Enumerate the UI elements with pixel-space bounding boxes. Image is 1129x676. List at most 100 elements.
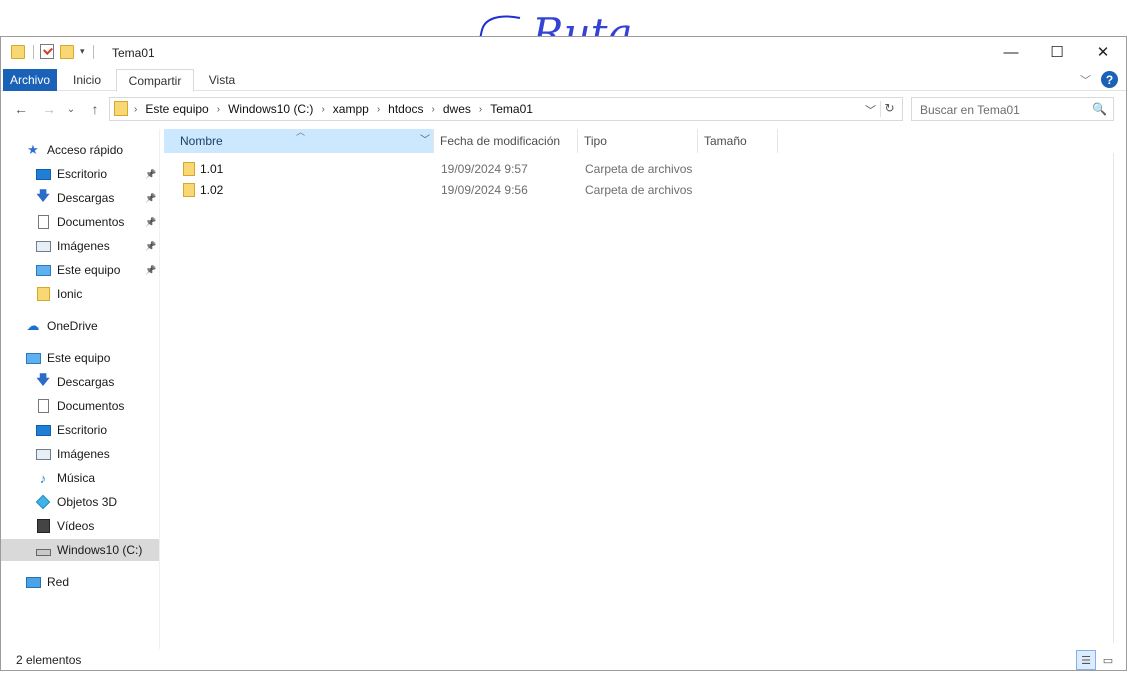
sidebar-item-acceso-rapido[interactable]: ★ Acceso rápido bbox=[1, 139, 159, 161]
sidebar-item-descargas[interactable]: 🡇 Descargas 📌 bbox=[1, 187, 159, 209]
minimize-button[interactable]: — bbox=[988, 37, 1034, 67]
help-icon[interactable]: ? bbox=[1101, 71, 1118, 88]
pin-icon[interactable]: 📌 bbox=[145, 265, 156, 276]
tab-inicio[interactable]: Inicio bbox=[63, 69, 111, 91]
breadcrumb-separator[interactable]: › bbox=[432, 104, 435, 115]
refresh-button[interactable]: ↻ bbox=[880, 101, 898, 117]
sidebar-item-pc-descargas[interactable]: 🡇 Descargas bbox=[1, 371, 159, 393]
folder-icon bbox=[35, 287, 51, 301]
sidebar-item-label: Imágenes bbox=[57, 239, 110, 253]
breadcrumb-separator[interactable]: › bbox=[321, 104, 324, 115]
maximize-button[interactable]: ☐ bbox=[1034, 37, 1080, 67]
document-icon bbox=[35, 215, 51, 229]
download-icon: 🡇 bbox=[36, 372, 50, 387]
cloud-icon: ☁ bbox=[26, 318, 40, 333]
sidebar-item-imagenes[interactable]: Imágenes 📌 bbox=[1, 235, 159, 257]
sidebar-item-label: Música bbox=[57, 471, 96, 485]
desktop-icon bbox=[35, 167, 51, 181]
sidebar-item-pc-windows10[interactable]: Windows10 (C:) bbox=[1, 539, 159, 561]
chevron-down-icon[interactable]: ﹀ bbox=[420, 129, 430, 153]
download-icon: 🡇 bbox=[36, 188, 50, 203]
sidebar-item-pc-videos[interactable]: Vídeos bbox=[1, 515, 159, 537]
folder-icon bbox=[183, 183, 195, 197]
customize-toolbar-icon[interactable]: ▾ bbox=[80, 46, 85, 57]
column-header-tamano[interactable]: Tamaño bbox=[698, 129, 778, 153]
navigation-pane: ★ Acceso rápido Escritorio 📌 🡇 Descargas… bbox=[1, 129, 159, 649]
sidebar-item-pc-escritorio[interactable]: Escritorio bbox=[1, 419, 159, 441]
sidebar-item-pc-objetos-3d[interactable]: Objetos 3D bbox=[1, 491, 159, 513]
folder-icon[interactable] bbox=[11, 44, 25, 59]
sidebar-item-red[interactable]: Red bbox=[1, 571, 159, 593]
scrollbar-track[interactable] bbox=[1113, 153, 1114, 643]
breadcrumb-dwes[interactable]: dwes bbox=[443, 102, 471, 116]
sidebar-item-label: Descargas bbox=[57, 191, 115, 205]
breadcrumb-windows10[interactable]: Windows10 (C:) bbox=[228, 102, 313, 116]
pictures-icon bbox=[35, 447, 51, 461]
title-bar: ▾ Tema01 — ☐ ✕ bbox=[1, 37, 1126, 67]
breadcrumb-este-equipo[interactable]: Este equipo bbox=[145, 102, 208, 116]
chevron-down-icon[interactable]: ﹀ bbox=[865, 102, 876, 118]
column-header-tipo[interactable]: Tipo bbox=[578, 129, 698, 153]
search-icon[interactable]: 🔍 bbox=[1092, 102, 1107, 116]
column-header-fecha[interactable]: Fecha de modificación bbox=[434, 129, 578, 153]
tab-compartir[interactable]: Compartir bbox=[116, 69, 194, 92]
back-button[interactable]: ← bbox=[11, 99, 31, 119]
file-type: Carpeta de archivos bbox=[585, 183, 693, 197]
properties-icon[interactable] bbox=[40, 44, 54, 59]
breadcrumb-separator[interactable]: › bbox=[377, 104, 380, 115]
expand-ribbon-icon[interactable]: ﹀ bbox=[1080, 72, 1091, 88]
drive-icon bbox=[35, 543, 51, 557]
pane-divider[interactable] bbox=[159, 129, 160, 649]
window-title: Tema01 bbox=[112, 46, 155, 60]
sidebar-item-label: Imágenes bbox=[57, 447, 110, 461]
search-input[interactable]: Buscar en Tema01 bbox=[920, 103, 1020, 117]
computer-icon bbox=[35, 263, 51, 277]
file-explorer-window: ▾ Tema01 — ☐ ✕ Archivo Inicio Compartir … bbox=[0, 36, 1127, 671]
pin-icon[interactable]: 📌 bbox=[145, 193, 156, 204]
computer-icon bbox=[25, 351, 41, 365]
toolbar-divider bbox=[33, 44, 34, 59]
status-bar: 2 elementos ☰ ▭ bbox=[1, 649, 1126, 671]
item-count: 2 elementos bbox=[16, 653, 82, 667]
pin-icon[interactable]: 📌 bbox=[145, 217, 156, 228]
up-button[interactable]: ↑ bbox=[85, 99, 105, 119]
breadcrumb-xampp[interactable]: xampp bbox=[333, 102, 369, 116]
view-switcher: ☰ ▭ bbox=[1076, 650, 1118, 670]
file-name: 1.02 bbox=[200, 183, 224, 197]
sidebar-item-onedrive[interactable]: ☁ OneDrive bbox=[1, 315, 159, 337]
forward-button[interactable]: → bbox=[39, 99, 59, 119]
recent-locations-button[interactable]: ⌄ bbox=[61, 99, 81, 119]
breadcrumb-tema01[interactable]: Tema01 bbox=[490, 102, 533, 116]
tab-archivo[interactable]: Archivo bbox=[3, 69, 57, 91]
table-row[interactable]: 1.02 19/09/2024 9:56 Carpeta de archivos bbox=[164, 180, 704, 200]
sidebar-item-pc-musica[interactable]: ♪ Música bbox=[1, 467, 159, 489]
breadcrumb-separator[interactable]: › bbox=[479, 104, 482, 115]
pin-icon[interactable]: 📌 bbox=[145, 169, 156, 180]
large-icons-view-icon[interactable]: ▭ bbox=[1098, 650, 1118, 670]
sidebar-item-pc-imagenes[interactable]: Imágenes bbox=[1, 443, 159, 465]
search-box[interactable]: Buscar en Tema01 🔍 bbox=[911, 97, 1114, 121]
close-button[interactable]: ✕ bbox=[1080, 37, 1126, 67]
sidebar-item-escritorio[interactable]: Escritorio 📌 bbox=[1, 163, 159, 185]
sidebar-item-label: Este equipo bbox=[47, 351, 111, 365]
details-view-icon[interactable]: ☰ bbox=[1076, 650, 1096, 670]
document-icon bbox=[35, 399, 51, 413]
sidebar-item-este-equipo[interactable]: Este equipo bbox=[1, 347, 159, 369]
tab-vista[interactable]: Vista bbox=[199, 69, 245, 91]
sidebar-item-pc-documentos[interactable]: Documentos bbox=[1, 395, 159, 417]
sidebar-item-ionic[interactable]: Ionic bbox=[1, 283, 159, 305]
file-date: 19/09/2024 9:57 bbox=[441, 162, 528, 176]
sidebar-item-label: Documentos bbox=[57, 399, 125, 413]
breadcrumb-htdocs[interactable]: htdocs bbox=[388, 102, 423, 116]
sidebar-item-label: Documentos bbox=[57, 215, 125, 229]
table-row[interactable]: 1.01 19/09/2024 9:57 Carpeta de archivos bbox=[164, 159, 704, 179]
address-bar[interactable]: › Este equipo › Windows10 (C:) › xampp ›… bbox=[109, 97, 903, 121]
pin-icon[interactable]: 📌 bbox=[145, 241, 156, 252]
column-header-nombre[interactable]: ︿ Nombre ﹀ bbox=[164, 127, 434, 153]
window-controls: — ☐ ✕ bbox=[988, 37, 1126, 67]
breadcrumb-separator[interactable]: › bbox=[217, 104, 220, 115]
new-folder-icon[interactable] bbox=[60, 44, 74, 59]
sidebar-item-documentos[interactable]: Documentos 📌 bbox=[1, 211, 159, 233]
file-date: 19/09/2024 9:56 bbox=[441, 183, 528, 197]
sidebar-item-este-equipo-quick[interactable]: Este equipo 📌 bbox=[1, 259, 159, 281]
